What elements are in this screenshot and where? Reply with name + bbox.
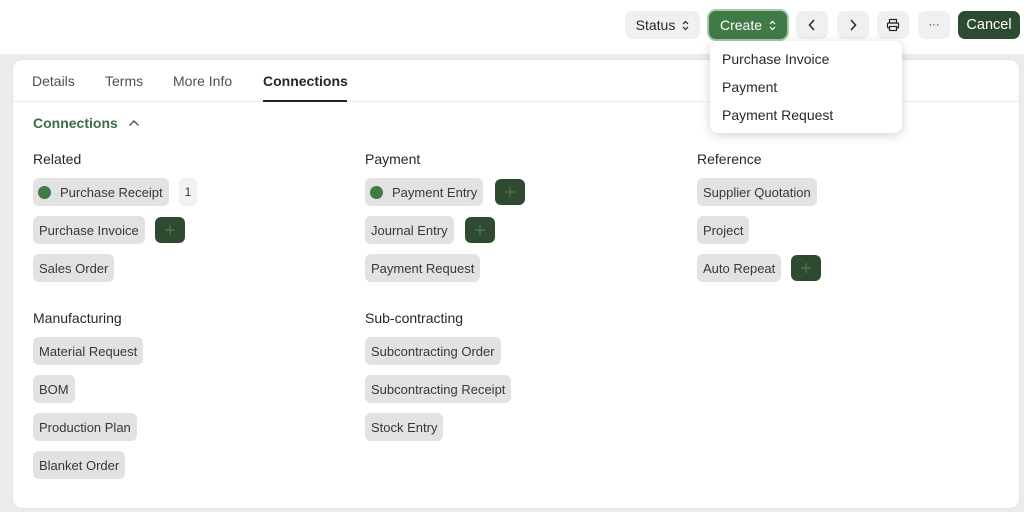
purchase-receipt-count-badge: 1 — [179, 178, 197, 206]
cancel-button-label: Cancel — [966, 17, 1012, 33]
link-project[interactable]: Project — [697, 216, 750, 244]
status-button[interactable]: Status — [625, 11, 700, 39]
chevron-right-icon — [850, 19, 857, 31]
create-dropdown-menu: Purchase Invoice Payment Payment Request — [710, 41, 902, 133]
more-icon: ··· — [928, 19, 940, 31]
link-label: Journal Entry — [371, 222, 448, 238]
new-journal-entry-button[interactable] — [465, 217, 495, 243]
link-label: Stock Entry — [371, 419, 438, 435]
link-stock-entry[interactable]: Stock Entry — [365, 413, 444, 441]
link-payment-request[interactable]: Payment Request — [365, 254, 481, 282]
link-supplier-quotation[interactable]: Supplier Quotation — [697, 178, 817, 206]
group-title-payment: Payment — [365, 151, 421, 167]
link-label: Sales Order — [39, 260, 109, 276]
connections-section-title: Connections — [33, 115, 118, 131]
group-title-subcontracting: Sub-contracting — [365, 310, 464, 326]
create-button-label: Create — [719, 17, 763, 33]
link-subcontracting-receipt[interactable]: Subcontracting Receipt — [365, 375, 512, 403]
menu-item-payment[interactable]: Payment — [722, 79, 777, 95]
plus-icon — [165, 225, 175, 235]
active-tab-indicator — [263, 100, 347, 102]
link-label: Blanket Order — [39, 457, 120, 473]
menu-item-payment-request[interactable]: Payment Request — [722, 107, 833, 123]
previous-button[interactable] — [796, 11, 828, 39]
chevron-up-icon — [128, 120, 139, 126]
link-label: Purchase Receipt — [60, 184, 163, 200]
link-label: BOM — [39, 381, 69, 397]
cancel-button[interactable]: Cancel — [958, 11, 1020, 39]
next-button[interactable] — [837, 11, 869, 39]
link-material-request[interactable]: Material Request — [33, 337, 144, 365]
new-payment-entry-button[interactable] — [495, 179, 525, 205]
link-payment-entry[interactable]: Payment Entry — [365, 178, 484, 206]
tab-more-info[interactable]: More Info — [173, 73, 232, 89]
sort-icon — [769, 20, 776, 31]
plus-icon — [801, 263, 811, 273]
group-title-manufacturing: Manufacturing — [33, 310, 122, 326]
sort-icon — [682, 20, 689, 31]
plus-icon — [505, 187, 515, 197]
tab-details[interactable]: Details — [32, 73, 75, 89]
new-auto-repeat-button[interactable] — [791, 255, 821, 281]
tab-terms[interactable]: Terms — [105, 73, 143, 89]
link-auto-repeat[interactable]: Auto Repeat — [697, 254, 782, 282]
link-label: Subcontracting Order — [371, 343, 495, 359]
link-journal-entry[interactable]: Journal Entry — [365, 216, 454, 244]
create-button[interactable]: Create — [709, 11, 787, 39]
link-label: Supplier Quotation — [703, 184, 811, 200]
link-sales-order[interactable]: Sales Order — [33, 254, 115, 282]
link-label: Payment Request — [371, 260, 475, 276]
new-purchase-invoice-button[interactable] — [155, 217, 185, 243]
link-blanket-order[interactable]: Blanket Order — [33, 451, 126, 479]
link-bom[interactable]: BOM — [33, 375, 75, 403]
link-label: Project — [703, 222, 744, 238]
link-label: Payment Entry — [392, 184, 478, 200]
connections-section-header[interactable]: Connections — [33, 115, 140, 131]
link-production-plan[interactable]: Production Plan — [33, 413, 137, 441]
printer-icon — [886, 18, 900, 32]
link-label: Auto Repeat — [703, 260, 776, 276]
link-label: Subcontracting Receipt — [371, 381, 506, 397]
link-label: Production Plan — [39, 419, 131, 435]
link-subcontracting-order[interactable]: Subcontracting Order — [365, 337, 501, 365]
indicator-dot-icon — [370, 185, 383, 199]
link-label: Material Request — [39, 343, 138, 359]
link-purchase-receipt[interactable]: Purchase Receipt — [33, 178, 169, 206]
group-title-related: Related — [33, 151, 82, 167]
plus-icon — [475, 225, 485, 235]
print-button[interactable] — [877, 11, 909, 39]
menu-item-purchase-invoice[interactable]: Purchase Invoice — [722, 51, 829, 67]
group-title-reference: Reference — [697, 151, 762, 167]
tab-connections[interactable]: Connections — [263, 73, 348, 89]
link-label: Purchase Invoice — [39, 222, 139, 238]
indicator-dot-icon — [38, 185, 51, 199]
link-purchase-invoice[interactable]: Purchase Invoice — [33, 216, 145, 244]
more-options-button[interactable]: ··· — [918, 11, 950, 39]
status-button-label: Status — [635, 17, 676, 33]
chevron-left-icon — [808, 19, 815, 31]
